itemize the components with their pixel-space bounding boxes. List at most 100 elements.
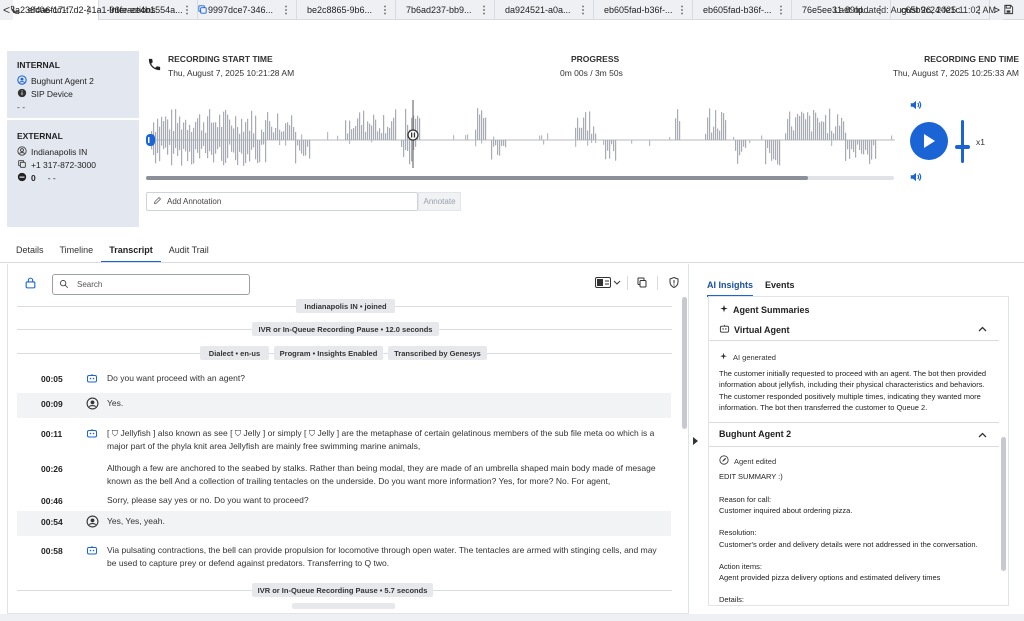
transcript-line[interactable]: 00:09 Yes. — [17, 393, 671, 418]
tab-events[interactable]: Events — [765, 280, 795, 297]
more-icon[interactable]: ⋮ — [578, 5, 588, 16]
annotation-input[interactable]: Add Annotation — [146, 192, 418, 211]
tab-conversation-7[interactable]: eb605fad-b36f-... ⋮ — [594, 0, 693, 20]
transcript-line[interactable]: 00:54 Yes, Yes, yeah. — [17, 511, 671, 536]
translate-icon[interactable] — [595, 277, 621, 290]
insights-scrollbar[interactable] — [1001, 437, 1006, 571]
tab-transcript[interactable]: Transcript — [101, 245, 161, 263]
chevron-up-icon[interactable] — [978, 324, 987, 334]
tab-ai-insights[interactable]: AI Insights — [707, 280, 754, 297]
shield-icon[interactable] — [668, 276, 680, 291]
tab-conversation-8[interactable]: eb605fad-b36f-... ⋮ — [693, 0, 792, 20]
waveform-bar — [201, 130, 203, 140]
more-icon[interactable]: ⋮ — [479, 5, 489, 16]
recording-phone-icon — [147, 57, 162, 74]
waveform-bar — [159, 126, 161, 140]
waveform-bar — [217, 140, 219, 150]
tab-audit-trail[interactable]: Audit Trail — [169, 245, 209, 263]
chevron-up-icon[interactable] — [978, 430, 987, 440]
waveform-bar — [263, 140, 265, 145]
tab-conversation-3[interactable]: 9997dce7-346... ⋮ — [198, 0, 297, 20]
tab-conversation-6[interactable]: da924521-a0a... ⋮ — [495, 0, 594, 20]
phone-copy-icon[interactable] — [17, 159, 27, 171]
sparkle-icon — [719, 304, 729, 316]
waveform-bar — [161, 116, 163, 140]
annotate-button[interactable]: Annotate — [418, 192, 461, 211]
waveform-bar — [851, 140, 853, 150]
virtual-agent-header[interactable]: Virtual Agent — [719, 323, 790, 336]
play-button[interactable] — [910, 122, 948, 160]
more-icon[interactable]: ⋮ — [776, 5, 786, 16]
event-program: Program • Insights Enabled — [274, 346, 383, 360]
waveform-bar — [227, 140, 229, 159]
tab-conversation-5[interactable]: 7b6ad237-bb9... ⋮ — [396, 0, 495, 20]
participants-panel: INTERNAL Bughunt Agent 2 SIP Device - - … — [7, 51, 139, 227]
waveform-bar — [591, 133, 593, 140]
waveform-bar — [213, 122, 215, 140]
waveform-bar — [225, 109, 227, 140]
waveform-bar — [669, 137, 671, 140]
waveform-bar — [603, 140, 605, 145]
lock-icon[interactable] — [24, 276, 37, 292]
waveform-bar — [735, 140, 737, 151]
waveform-start-marker — [146, 134, 155, 146]
waveform-bar — [245, 122, 247, 140]
waveform-bar — [775, 140, 777, 161]
waveform-bar — [303, 140, 305, 156]
pause-marker-glyph — [413, 132, 416, 138]
external-name: Indianapolis IN — [31, 146, 88, 157]
transcript-line[interactable]: 00:26 Although a few are anchored to the… — [17, 458, 671, 494]
waveform-bar — [505, 140, 507, 148]
transcript-line[interactable]: 00:58 Via pulsating contractions, the be… — [17, 540, 671, 576]
waveform-bar — [855, 140, 857, 158]
tab-timeline[interactable]: Timeline — [60, 245, 94, 263]
more-icon[interactable]: ⋮ — [677, 5, 687, 16]
waveform-bar — [825, 114, 827, 140]
waveform-bar — [595, 140, 597, 144]
save-icon[interactable] — [1003, 4, 1014, 17]
transcript-line[interactable]: 00:05 Do you want proceed with an agent? — [17, 368, 671, 392]
seek-bar[interactable] — [146, 176, 894, 180]
waveform-bar — [501, 140, 503, 146]
transcript-line[interactable]: 00:11 [ ⛉ Jellyfish ] also known as see … — [17, 423, 671, 459]
more-icon[interactable]: ⋮ — [380, 5, 390, 16]
more-icon[interactable]: ⋮ — [182, 5, 192, 16]
waveform-bar — [587, 140, 589, 146]
waveform-bar — [279, 129, 281, 140]
waveform-bar — [847, 140, 849, 150]
waveform-bar — [155, 140, 157, 164]
waveform-bar — [607, 140, 609, 151]
copy-id-icon[interactable] — [197, 4, 208, 17]
tab-conversation-4[interactable]: be2c8865-9b6... ⋮ — [297, 0, 396, 20]
copy-transcript-icon[interactable] — [636, 276, 648, 291]
transcript-scrollbar[interactable] — [682, 297, 687, 429]
waveform-bar — [249, 140, 251, 162]
waveform-bar — [301, 140, 303, 154]
transcript-line[interactable]: 00:46 Sorry, please say yes or no. Do yo… — [17, 490, 671, 512]
waveform-bar — [801, 111, 803, 140]
waveform-bar — [179, 140, 181, 151]
agent-header[interactable]: Bughunt Agent 2 — [719, 429, 791, 439]
speed-slider-track[interactable] — [961, 120, 964, 163]
speaker-volume-icon[interactable] — [909, 98, 923, 114]
tabs-divider — [0, 262, 1024, 263]
waveform-bar — [175, 109, 177, 140]
waveform-bar — [237, 140, 239, 166]
minus-circle-icon — [17, 172, 27, 184]
collapse-panel-icon[interactable] — [693, 437, 698, 447]
recording-start-label: RECORDING START TIME — [168, 54, 273, 64]
waveform-bar — [773, 140, 775, 160]
customer-volume-icon[interactable] — [909, 170, 923, 186]
waveform-bar — [205, 140, 207, 154]
transcript-search-input[interactable]: Search — [52, 274, 250, 295]
speed-slider-handle[interactable] — [955, 145, 970, 149]
details-label: Details: — [719, 595, 745, 603]
more-icon[interactable]: ⋮ — [281, 5, 291, 16]
agent-name: Bughunt Agent 2 — [719, 429, 792, 439]
waveform-bar — [631, 140, 633, 144]
waveform-bar — [193, 127, 195, 140]
tab-details[interactable]: Details — [16, 245, 44, 263]
waveform-bar — [231, 125, 233, 140]
waveform-bar — [585, 112, 587, 140]
audio-waveform[interactable] — [145, 98, 897, 170]
